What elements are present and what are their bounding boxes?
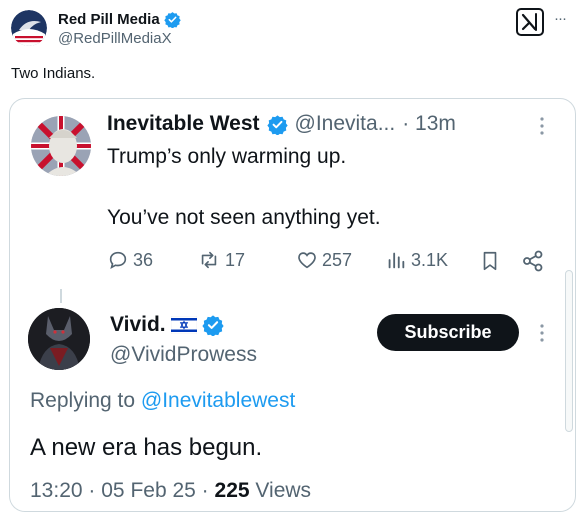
grok-icon[interactable] — [516, 8, 544, 36]
tweet2-date: 05 Feb 25 — [101, 479, 196, 502]
author-name[interactable]: Red Pill Media — [58, 11, 160, 28]
replying-to-handle: @Inevitablewest — [140, 389, 296, 412]
like-count: 257 — [322, 249, 353, 270]
author-avatar[interactable] — [11, 10, 47, 46]
tweet1-avatar — [31, 116, 91, 176]
tweet1-author-handle: @Inevita... — [294, 112, 396, 135]
reply-action: 36 — [107, 249, 153, 271]
tweet2-author-name: Vivid. — [110, 313, 166, 336]
scrollbar — [565, 270, 573, 432]
retweet-count: 17 — [225, 249, 246, 270]
tweet2-text: A new era has begun. — [30, 434, 263, 461]
share-icon — [521, 249, 545, 278]
views-count: 3.1K — [411, 249, 449, 270]
separator-dot: · — [201, 479, 209, 502]
verified-badge-icon — [202, 315, 224, 336]
tweet2-author-handle: @VividProwess — [110, 343, 257, 366]
verified-badge-icon — [163, 11, 181, 28]
reply-icon — [109, 251, 127, 269]
armored-wolf-avatar-icon — [28, 308, 90, 370]
views-action: 3.1K — [385, 249, 448, 271]
tweet1-time: · 13m — [402, 112, 456, 135]
verified-badge-icon — [266, 114, 288, 135]
tweet2-name-row: Vivid. — [110, 313, 224, 337]
tweet2-views-label: Views — [255, 479, 312, 502]
author-handle[interactable]: @RedPillMediaX — [58, 30, 172, 47]
author-name-row[interactable]: Red Pill Media — [58, 9, 181, 29]
tweet2-meta: 13:20 · 05 Feb 25 · 225 Views — [30, 479, 311, 503]
tweet1-header: Inevitable West @Inevita... · 13m — [107, 112, 456, 136]
separator-dot: · — [88, 479, 96, 502]
tweet1-line2: You’ve not seen anything yet. — [107, 206, 381, 229]
reply-count: 36 — [133, 249, 154, 270]
views-chart-icon — [388, 252, 405, 269]
tweet2-more-icon — [539, 322, 545, 346]
like-action: 257 — [296, 249, 352, 271]
tweet2-views-count: 225 — [214, 479, 250, 502]
attached-screenshot[interactable]: Inevitable West @Inevita... · 13m Trump’… — [9, 98, 576, 512]
post-text: Two Indians. — [11, 65, 96, 82]
tweet2-avatar — [28, 308, 90, 370]
tweet2-time: 13:20 — [30, 479, 83, 502]
replying-to-label: Replying to — [30, 389, 136, 412]
subscribe-button: Subscribe — [377, 314, 519, 351]
bookmark-icon — [479, 249, 501, 278]
replying-to: Replying to @Inevitablewest — [30, 389, 295, 413]
retweet-icon — [201, 251, 217, 269]
thread-connector — [60, 289, 62, 303]
retweet-action: 17 — [197, 249, 245, 271]
red-pill-media-logo-icon — [11, 10, 47, 46]
statue-avatar-icon — [31, 116, 91, 176]
heart-icon — [298, 252, 316, 269]
israel-flag-icon — [170, 316, 197, 334]
more-options-icon[interactable]: ··· — [554, 10, 567, 27]
tweet1-line1: Trump’s only warming up. — [107, 145, 347, 168]
tweet1-more-icon — [539, 115, 545, 139]
tweet1-author-name: Inevitable West — [107, 112, 260, 135]
